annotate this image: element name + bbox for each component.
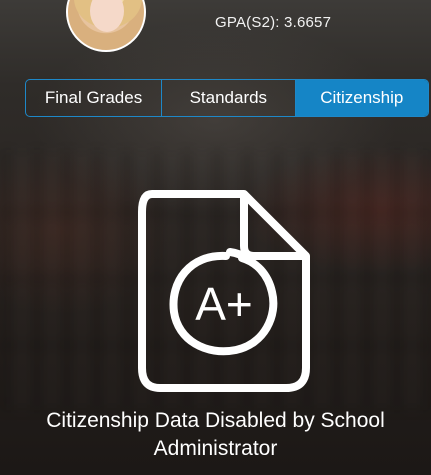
grade-badge-text: A+: [195, 278, 253, 330]
tab-citizenship[interactable]: Citizenship: [294, 80, 428, 116]
tab-standards[interactable]: Standards: [161, 80, 294, 116]
gpa-label: GPA(S2): 3.6657: [215, 14, 332, 31]
tab-final-grades[interactable]: Final Grades: [26, 80, 161, 116]
segmented-tabs: Final Grades Standards Citizenship: [25, 79, 429, 117]
disabled-message: Citizenship Data Disabled by School Admi…: [46, 409, 385, 460]
grade-document-icon: A+: [138, 190, 310, 392]
